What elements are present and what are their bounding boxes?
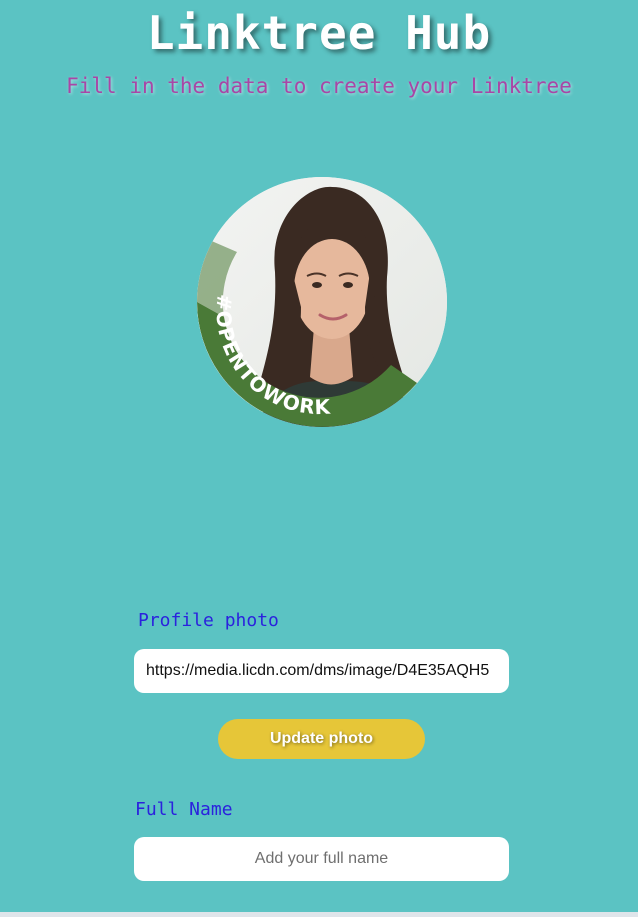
page-title: Linktree Hub <box>146 6 492 60</box>
profile-photo-url-input[interactable] <box>134 649 509 693</box>
update-photo-button[interactable]: Update photo <box>218 719 425 759</box>
page-bottom-edge <box>0 912 638 917</box>
full-name-input[interactable] <box>134 837 509 881</box>
page-subtitle: Fill in the data to create your Linktree <box>66 74 572 98</box>
profile-photo-image: #OPENTOWORK <box>197 177 447 427</box>
profile-avatar: #OPENTOWORK <box>197 177 447 427</box>
profile-photo-label: Profile photo <box>138 610 279 631</box>
full-name-label: Full Name <box>135 799 233 820</box>
